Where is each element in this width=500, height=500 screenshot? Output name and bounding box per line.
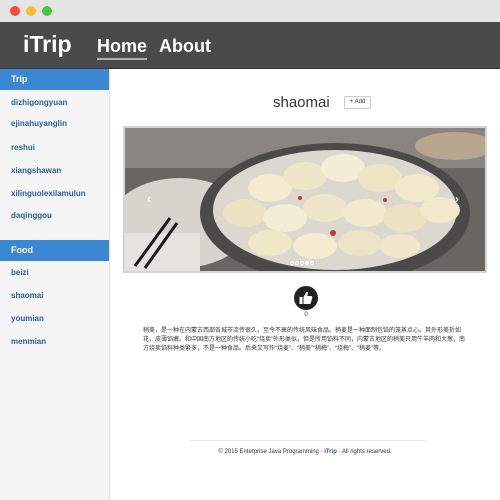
footer-brand-link[interactable]: iTrip (324, 449, 337, 455)
minimize-window-button[interactable] (26, 6, 36, 16)
top-navbar: iTrip Home About (0, 22, 500, 69)
page-title: shaomai (273, 94, 330, 111)
footer-rights: · All rights reserved. (336, 449, 392, 455)
carousel-photo (125, 128, 485, 271)
carousel-indicator[interactable] (300, 261, 304, 265)
sidebar-item-xiangshawan[interactable]: xiangshawan (11, 166, 61, 175)
chevron-left-icon[interactable]: ‹ (147, 192, 151, 206)
nav-home-link[interactable]: Home (97, 36, 148, 60)
sidebar-item-reshui[interactable]: reshui (11, 143, 35, 152)
add-button[interactable]: + Add (344, 96, 371, 109)
carousel-indicator[interactable] (310, 261, 314, 265)
sidebar-item-xilinguolexilamulun[interactable]: xilinguolexilamulun (11, 189, 86, 198)
sidebar-item-daqinggou[interactable]: daqinggou (11, 211, 52, 220)
sidebar-item-shaomai[interactable]: shaomai (11, 291, 43, 300)
browser-window-bar (0, 0, 500, 23)
carousel-indicator-active[interactable] (305, 261, 309, 265)
sidebar-header-food[interactable]: Food (0, 240, 109, 261)
footer: © 2015 Enterprise Java Programming · iTr… (110, 449, 500, 455)
sidebar-item-dizhigongyuan[interactable]: dizhigongyuan (11, 98, 67, 107)
maximize-window-button[interactable] (42, 6, 52, 16)
main-content: shaomai + Add ‹ › 0 稍美，是一种在内蒙古西部各城市流传很久，… (110, 69, 500, 500)
like-count: 0 (304, 312, 308, 318)
nav-about-link[interactable]: About (159, 36, 211, 57)
thumbs-up-icon[interactable] (294, 286, 318, 310)
carousel-indicator[interactable] (290, 261, 294, 265)
brand-logo[interactable]: iTrip (23, 31, 72, 58)
chevron-right-icon[interactable]: › (455, 192, 459, 206)
sidebar-item-menmian[interactable]: menmian (11, 337, 46, 346)
description-text: 稍美，是一种在内蒙古西部各城市流传很久，至今不衰的传统风味食品。稍麦是一种面制包… (143, 328, 465, 352)
carousel-indicator[interactable] (295, 261, 299, 265)
carousel-indicators (290, 252, 315, 270)
sidebar-item-youmian[interactable]: youmian (11, 314, 44, 323)
image-carousel[interactable]: ‹ › (123, 126, 487, 273)
footer-divider (190, 440, 425, 441)
sidebar-header-trip[interactable]: Trip (0, 69, 109, 90)
sidebar-item-beizi[interactable]: beizi (11, 268, 29, 277)
close-window-button[interactable] (10, 6, 20, 16)
sidebar: Trip dizhigongyuan ejinahuyanglin reshui… (0, 69, 110, 500)
footer-copyright: © 2015 Enterprise Java Programming · (218, 449, 325, 455)
sidebar-item-ejinahuyanglin[interactable]: ejinahuyanglin (11, 119, 67, 128)
